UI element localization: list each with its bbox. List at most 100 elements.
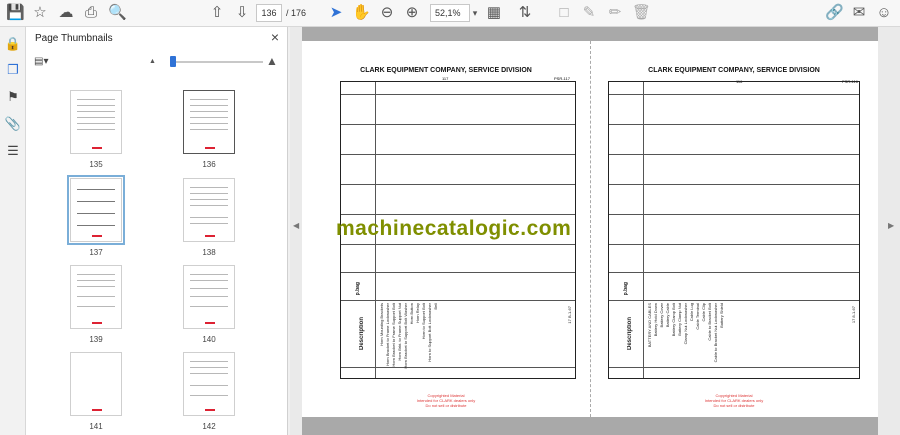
main-toolbar: 💾 ☆ ☁ ⎙ 🔍 ⇧ ⇩ / 176 ➤ ✋ ⊖ ⊕ ▾ ▦ ⇅ □ ✎ ✏ … [0, 0, 900, 27]
thumbnails-icon[interactable]: ❐ [4, 61, 22, 79]
thumbnail-image [70, 265, 122, 329]
thumbnail-options-icon[interactable]: ▤▾ [34, 56, 54, 70]
email-icon[interactable]: ✉ [850, 4, 868, 22]
bookmark-star-icon[interactable]: ☆ [31, 4, 49, 22]
description-item: Battery Cover [659, 303, 664, 328]
right-header-text: CLARK EQUIPMENT COMPANY, SERVICE DIVISIO… [648, 67, 820, 74]
thumbnail-label: 142 [202, 422, 216, 431]
close-icon[interactable]: × [271, 29, 279, 45]
description-item: Cable Lug [689, 303, 694, 322]
thumbnail-panel: Page Thumbnails × ▤▾ ▲ ▲ 135 136 137 138… [26, 27, 312, 435]
thumbnail-138[interactable]: 138 [181, 178, 237, 257]
page-count: / 176 [286, 8, 306, 18]
thumbnail-139[interactable]: 139 [68, 265, 124, 344]
description-item: Horn Brkt. to Frame Support Nut [397, 303, 402, 361]
thumbnail-image [183, 90, 235, 154]
thumbnail-136[interactable]: 136 [181, 90, 237, 169]
thumbnail-141[interactable]: 141 [68, 352, 124, 431]
hand-tool-icon[interactable]: ✋ [352, 4, 371, 22]
description-item: Cable Clip [701, 303, 706, 322]
right-description-title: Description [627, 317, 633, 351]
thumbnail-label: 137 [89, 248, 103, 257]
left-tool-rail: 🔒 ❐ ⚑ 📎 ☰ [0, 27, 26, 435]
thumbnail-image [183, 265, 235, 329]
thumbnail-140[interactable]: 140 [181, 265, 237, 344]
right-parts-table: p.bag Description BATTERY AND CABLES Bat… [608, 81, 860, 379]
thumbnail-label: 138 [202, 248, 216, 257]
highlight-icon[interactable]: ✏ [606, 4, 624, 22]
thumbnail-list: 135 136 137 138 139 140 141 142 [26, 80, 278, 435]
thumbnail-label: 136 [202, 160, 216, 169]
page-separator: / [286, 8, 289, 18]
fit-page-icon[interactable]: ▦ [485, 4, 503, 22]
print-icon[interactable]: ⎙ [82, 4, 100, 22]
thumbnail-137[interactable]: 137 [67, 175, 125, 257]
right-page: CLARK EQUIPMENT COMPANY, SERVICE DIVISIO… [590, 41, 878, 417]
left-description-title: Description [359, 317, 365, 351]
description-item: Horn Bracket to Frame Lockwasher [385, 303, 390, 366]
panel-title: Page Thumbnails [35, 33, 113, 44]
scroll-mode-icon[interactable]: ⇅ [516, 4, 534, 22]
zoom-out-icon[interactable]: ⊖ [378, 4, 396, 22]
description-item: Battery Clamp Nut [677, 303, 682, 336]
description-item: Cable to Bracket Bolt [707, 303, 712, 341]
account-icon[interactable]: ☺ [875, 4, 893, 22]
thumbnail-135[interactable]: 135 [68, 90, 124, 169]
thumbnail-image [183, 178, 235, 242]
left-header-text: CLARK EQUIPMENT COMPANY, SERVICE DIVISIO… [360, 67, 532, 74]
bookmark-icon[interactable]: ⚑ [4, 88, 22, 106]
select-cursor-icon[interactable]: ➤ [327, 4, 345, 22]
description-item: Horn Bracket to Support Bolt Washer [403, 303, 408, 369]
lock-icon[interactable]: 🔒 [4, 35, 22, 53]
right-description-list: BATTERY AND CABLES Battery Hold Down Bat… [647, 303, 737, 365]
thumbnail-image [70, 90, 122, 154]
document-viewer[interactable]: ◀ ▶ CLARK EQUIPMENT COMPANY, SERVICE DIV… [290, 27, 900, 435]
description-item: Battery Cable [665, 303, 670, 328]
previous-page-arrow-icon[interactable]: ◀ [293, 221, 299, 230]
thumbnail-label: 135 [89, 160, 103, 169]
description-item: Battery Clamp Bolt [671, 303, 676, 337]
description-item: Clamp Nut Lockwasher [683, 303, 688, 345]
thumbnail-label: 140 [202, 335, 216, 344]
page-down-icon[interactable]: ⇩ [233, 4, 251, 22]
right-copyright-note: Copyrighted Material Intended for CLARK … [590, 393, 878, 408]
left-column-title: p.bag [355, 282, 361, 296]
zoom-dropdown-icon[interactable]: ▾ [466, 4, 484, 22]
description-item: Cable Terminal [695, 303, 700, 330]
pen-icon[interactable]: ✎ [580, 4, 598, 22]
delete-icon[interactable]: 🗑 [632, 4, 651, 22]
description-item: Battery Shield [719, 303, 724, 328]
layers-icon[interactable]: ☰ [4, 142, 22, 160]
cloud-upload-icon[interactable]: ☁ [57, 4, 75, 22]
left-copyright-note: Copyrighted Material Intended for CLARK … [302, 393, 590, 408]
footnote-line: Do not sell or distribute [425, 403, 467, 408]
save-icon[interactable]: 💾 [6, 4, 25, 22]
description-item: BATTERY AND CABLES [647, 303, 652, 348]
thumbnail-142[interactable]: 142 [181, 352, 237, 431]
document-page: CLARK EQUIPMENT COMPANY, SERVICE DIVISIO… [302, 41, 878, 417]
description-item: Horn Button [409, 303, 414, 325]
zoom-in-icon[interactable]: ⊕ [403, 4, 421, 22]
small-thumbnail-icon[interactable]: ▲ [149, 58, 156, 65]
page-number-input[interactable] [256, 4, 282, 22]
zoom-level-input[interactable] [430, 4, 470, 22]
thumbnail-size-slider[interactable] [175, 61, 263, 63]
zoom-search-icon[interactable]: 🔍 [108, 4, 127, 22]
thumbnail-image [70, 352, 122, 416]
footnote-line: Do not sell or distribute [713, 403, 755, 408]
thumbnail-label: 141 [89, 422, 103, 431]
previous-page-edge [302, 27, 878, 41]
next-page-edge [302, 417, 878, 435]
comment-icon[interactable]: □ [555, 4, 573, 22]
right-column-title: p.bag [623, 282, 629, 296]
next-page-arrow-icon[interactable]: ▶ [888, 221, 894, 230]
share-link-icon[interactable]: 🔗 [825, 4, 844, 22]
description-item: Horn Mounting Brackets [379, 303, 384, 346]
total-pages: 176 [291, 8, 307, 18]
large-thumbnail-icon[interactable]: ▲ [266, 54, 278, 68]
attachment-icon[interactable]: 📎 [4, 115, 22, 133]
thumbnail-image [67, 175, 125, 245]
description-item: Cable to Bracket Nut Lockwasher [713, 303, 718, 363]
slider-handle[interactable] [170, 56, 176, 67]
page-up-icon[interactable]: ⇧ [208, 4, 226, 22]
